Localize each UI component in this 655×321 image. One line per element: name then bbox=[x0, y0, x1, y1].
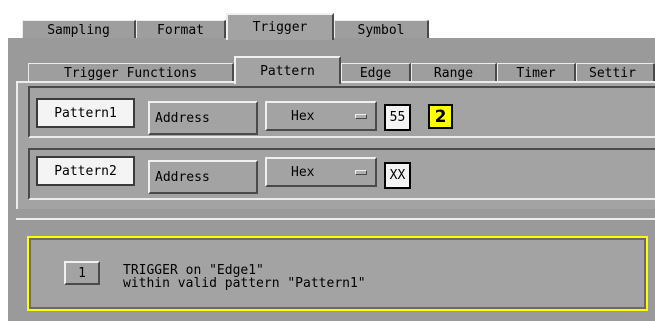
subtab-settings[interactable]: Settir bbox=[576, 63, 655, 83]
pattern-field-label: Address bbox=[155, 110, 210, 126]
sequence-panel: 1 TRIGGER on "Edge1" within valid patter… bbox=[27, 236, 648, 311]
pattern-base-select[interactable]: Hex bbox=[265, 101, 377, 131]
pattern-value-field[interactable]: 55 bbox=[384, 104, 411, 131]
pattern-name-button[interactable]: Pattern1 bbox=[36, 98, 135, 128]
sequence-step-button[interactable]: 1 bbox=[64, 261, 100, 285]
pattern-name-button[interactable]: Pattern2 bbox=[36, 156, 135, 186]
option-menu-indicator-icon bbox=[355, 114, 367, 119]
tab-format[interactable]: Format bbox=[136, 20, 226, 39]
subtab-edge[interactable]: Edge bbox=[341, 63, 411, 83]
subtab-timer[interactable]: Timer bbox=[497, 63, 576, 83]
option-menu-indicator-icon bbox=[355, 170, 367, 175]
marker-badge: 2 bbox=[428, 104, 453, 129]
tab-symbol[interactable]: Symbol bbox=[334, 20, 429, 39]
tab-trigger[interactable]: Trigger bbox=[226, 13, 334, 40]
pattern-base-select[interactable]: Hex bbox=[265, 157, 377, 187]
pattern-base-label: Hex bbox=[291, 164, 315, 180]
subtab-range[interactable]: Range bbox=[411, 63, 497, 83]
subtab-pattern[interactable]: Pattern bbox=[234, 56, 341, 84]
pattern-value-field[interactable]: XX bbox=[384, 162, 411, 189]
sequence-inner-border bbox=[29, 238, 646, 309]
pattern-base-label: Hex bbox=[291, 108, 315, 124]
subtab-trigger-functions[interactable]: Trigger Functions bbox=[28, 63, 234, 83]
pattern-field-label: Address bbox=[155, 169, 210, 185]
tab-sampling[interactable]: Sampling bbox=[22, 20, 136, 39]
pattern-field-button[interactable]: Address bbox=[148, 160, 258, 194]
pattern-field-button[interactable]: Address bbox=[148, 101, 258, 135]
separator bbox=[16, 218, 655, 220]
sequence-line-2: within valid pattern "Pattern1" bbox=[123, 276, 366, 291]
